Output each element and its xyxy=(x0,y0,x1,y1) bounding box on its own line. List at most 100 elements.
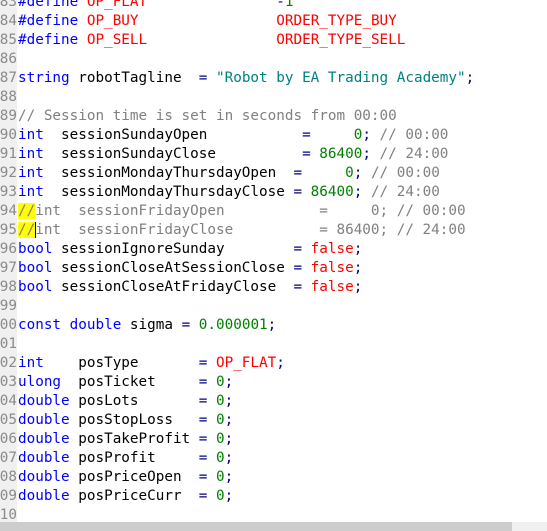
code-line[interactable]: 100const double sigma = 0.000001; xyxy=(0,316,547,335)
code-text[interactable]: double posTakeProfit = 0; xyxy=(18,430,233,449)
code-line[interactable]: 105double posStopLoss = 0; xyxy=(0,411,547,430)
code-text[interactable]: bool sessionCloseAtSessionClose = false; xyxy=(18,259,362,278)
identifier-token xyxy=(147,32,276,48)
code-text[interactable]: double posLots = 0; xyxy=(18,392,233,411)
identifier-token xyxy=(302,165,345,181)
code-line[interactable]: 88 xyxy=(0,88,547,107)
identifier-token: sessionSundayClose xyxy=(43,146,303,162)
operator-token: ; xyxy=(224,393,234,409)
keyword-token: int xyxy=(18,355,44,371)
code-text[interactable]: #define OP_BUY ORDER_TYPE_BUY xyxy=(18,12,397,31)
code-line[interactable]: 97 bool sessionCloseAtSessionClose = fals… xyxy=(0,259,547,278)
line-number-text: 92 xyxy=(0,165,17,181)
code-text[interactable]: double posPriceOpen = 0; xyxy=(18,468,233,487)
identifier-token: posStopLoss xyxy=(69,412,199,428)
line-number: 84 xyxy=(0,12,17,31)
operator-token: - xyxy=(276,0,285,10)
code-line[interactable]: 108double posPriceOpen = 0; xyxy=(0,468,547,487)
identifier-token xyxy=(302,260,311,276)
identifier-token: posType xyxy=(43,355,199,371)
line-number-text: 99 xyxy=(0,298,17,314)
line-number-text: 101 xyxy=(0,336,17,352)
code-text[interactable]: double posStopLoss = 0; xyxy=(18,411,233,430)
code-line[interactable]: 85 #define OP_SELL ORDER_TYPE_SELL xyxy=(0,31,547,50)
code-text[interactable]: // Session time is set in seconds from 0… xyxy=(18,107,397,126)
code-lines[interactable]: 83 #define OP_FLAT -1 84 #define OP_BUY ORD… xyxy=(0,0,547,522)
code-line[interactable]: 107double posProfit = 0; xyxy=(0,449,547,468)
comment-token: // 00:00 xyxy=(370,165,440,181)
code-text[interactable]: double posProfit = 0; xyxy=(18,449,233,468)
horizontal-scrollbar-thumb[interactable] xyxy=(0,522,512,531)
code-text[interactable]: //int sessionFridayOpen = 0; // 00:00 xyxy=(18,202,466,221)
identifier-token: posPriceCurr xyxy=(69,488,199,504)
code-text[interactable]: int sessionMondayThursdayOpen = 0; // 00… xyxy=(18,164,440,183)
code-line[interactable]: 83 #define OP_FLAT -1 xyxy=(0,0,547,12)
keyword-token: const xyxy=(18,317,62,333)
horizontal-scrollbar[interactable] xyxy=(0,522,547,531)
code-line[interactable]: 99 xyxy=(0,297,547,316)
identifier-token xyxy=(302,184,311,200)
identifier-token xyxy=(207,374,216,390)
code-line[interactable]: 86 xyxy=(0,50,547,69)
comment-token: // 24:00 xyxy=(379,146,449,162)
code-line[interactable]: 96 bool sessionIgnoreSunday = false; xyxy=(0,240,547,259)
code-line[interactable]: 109double posPriceCurr = 0; xyxy=(0,487,547,506)
code-text[interactable]: #define OP_FLAT -1 xyxy=(18,0,293,12)
constant-token: false xyxy=(310,279,354,295)
code-text[interactable]: //int sessionFridayClose = 86400; // 24:… xyxy=(18,221,466,240)
keyword-token: #define xyxy=(18,13,87,29)
line-number: 89 xyxy=(0,107,17,126)
code-line[interactable]: 90 int sessionSundayOpen = 0; // 00:00 xyxy=(0,126,547,145)
code-text[interactable]: int sessionMondayThursdayClose = 86400; … xyxy=(18,183,440,202)
identifier-token xyxy=(207,488,216,504)
keyword-token: #define xyxy=(18,32,87,48)
code-text[interactable]: bool sessionCloseAtFridayClose = false; xyxy=(18,278,362,297)
line-number: 93 xyxy=(0,183,17,202)
identifier-token xyxy=(302,279,311,295)
code-line[interactable]: 94//int sessionFridayOpen = 0; // 00:00 xyxy=(0,202,547,221)
code-line[interactable]: 104double posLots = 0; xyxy=(0,392,547,411)
code-text[interactable]: #define OP_SELL ORDER_TYPE_SELL xyxy=(18,31,405,50)
keyword-token: double xyxy=(18,393,70,409)
identifier-token xyxy=(311,127,354,143)
constant-token: OP_FLAT xyxy=(86,0,148,10)
code-text[interactable]: int sessionSundayOpen = 0; // 00:00 xyxy=(18,126,448,145)
code-text[interactable]: bool sessionIgnoreSunday = false; xyxy=(18,240,362,259)
code-line[interactable]: 87 string robotTagline = "Robot by EA Tra… xyxy=(0,69,547,88)
code-line[interactable]: 98 bool sessionCloseAtFridayClose = false… xyxy=(0,278,547,297)
number-token: 0 xyxy=(216,431,225,447)
code-text[interactable]: ulong posTicket = 0; xyxy=(18,373,233,392)
line-number: 108 xyxy=(0,468,17,487)
operator-token: ; xyxy=(224,488,234,504)
code-text[interactable]: const double sigma = 0.000001; xyxy=(18,316,276,335)
line-number: 105 xyxy=(0,411,17,430)
code-line[interactable]: 89// Session time is set in seconds from… xyxy=(0,107,547,126)
identifier-token: posLots xyxy=(69,393,199,409)
code-line[interactable]: 84 #define OP_BUY ORDER_TYPE_BUY xyxy=(0,12,547,31)
number-token: 0 xyxy=(216,374,225,390)
identifier-token: sessionCloseAtSessionClose xyxy=(52,260,294,276)
code-line[interactable]: 103ulong posTicket = 0; xyxy=(0,373,547,392)
code-line[interactable]: 102int posType = OP_FLAT; xyxy=(0,354,547,373)
code-text[interactable]: int posType = OP_FLAT; xyxy=(18,354,285,373)
code-line[interactable]: 110 xyxy=(0,506,547,522)
code-line[interactable]: 93 int sessionMondayThursdayClose = 86400… xyxy=(0,183,547,202)
identifier-token xyxy=(362,184,371,200)
code-text[interactable]: double posPriceCurr = 0; xyxy=(18,487,233,506)
code-line[interactable]: 91 int sessionSundayClose = 86400; // 24:… xyxy=(0,145,547,164)
operator-token: ; xyxy=(353,260,363,276)
code-text[interactable]: string robotTagline = "Robot by EA Tradi… xyxy=(18,69,474,88)
keyword-token: string xyxy=(18,70,70,86)
code-line[interactable]: 101 xyxy=(0,335,547,354)
code-line[interactable]: 95//int sessionFridayClose = 86400; // 2… xyxy=(0,221,547,240)
identifier-token xyxy=(147,0,276,10)
line-number-text: 94 xyxy=(0,203,17,219)
line-number-text: 87 xyxy=(0,70,17,86)
code-line[interactable]: 92 int sessionMondayThursdayOpen = 0; // … xyxy=(0,164,547,183)
identifier-token xyxy=(207,355,216,371)
line-number-text: 97 xyxy=(0,260,17,276)
code-text[interactable]: int sessionSundayClose = 86400; // 24:00 xyxy=(18,145,448,164)
code-line[interactable]: 106double posTakeProfit = 0; xyxy=(0,430,547,449)
string-token: "Robot by EA Trading Academy" xyxy=(216,70,466,86)
code-editor[interactable]: 83 #define OP_FLAT -1 84 #define OP_BUY ORD… xyxy=(0,0,547,522)
